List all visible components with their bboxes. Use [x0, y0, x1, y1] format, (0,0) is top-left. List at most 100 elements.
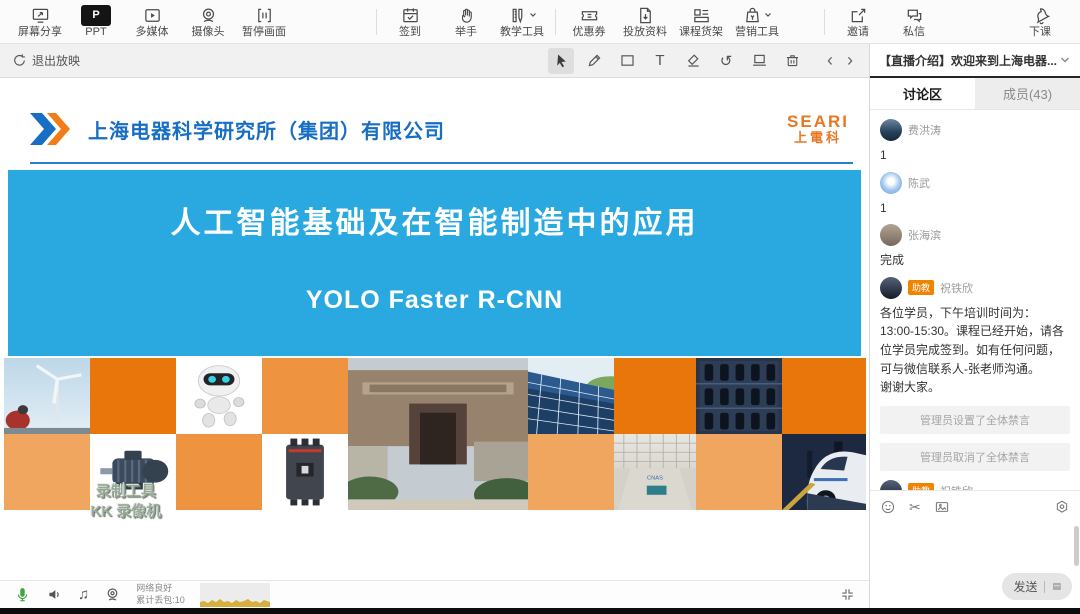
main-row: 退出放映 T ↺ — [0, 44, 1080, 608]
message-text: 1 — [880, 199, 1070, 218]
tab-discussion[interactable]: 讨论区 — [870, 78, 975, 109]
microphone-button[interactable] — [14, 586, 31, 603]
text-tool[interactable]: T — [647, 48, 673, 74]
invite-button[interactable]: 邀请 — [830, 5, 886, 38]
pause-screen-button[interactable]: 暂停画面 — [236, 5, 292, 38]
orange-tile — [90, 358, 176, 434]
send-button[interactable]: 发送 ▤ — [1002, 573, 1072, 600]
orange-tile — [528, 434, 614, 510]
undo-tool[interactable]: ↺ — [713, 48, 739, 74]
pointer-tool[interactable] — [548, 48, 574, 74]
seari-logo-latin: SEARI — [787, 113, 849, 132]
next-slide-button[interactable]: › — [847, 50, 853, 71]
message-input[interactable] — [870, 519, 1080, 573]
tab-members-label: 成员(43) — [1003, 84, 1052, 103]
end-class-button[interactable]: 下课 — [1012, 5, 1068, 38]
avatar — [880, 119, 902, 141]
sign-in-label: 签到 — [399, 27, 421, 38]
tab-members[interactable]: 成员(43) — [975, 78, 1080, 109]
status-bar: ♫ 网络良好 累计丢包:10 — [0, 580, 869, 608]
orange-tile — [614, 358, 696, 434]
window-bottom-edge — [0, 608, 1080, 614]
avatar — [880, 277, 902, 299]
room-title-chevron-icon[interactable] — [1059, 54, 1071, 66]
ppt-button[interactable]: P PPT — [68, 5, 124, 38]
send-row: 发送 ▤ — [870, 573, 1080, 608]
speaker-button[interactable] — [46, 586, 63, 603]
materials-icon — [636, 5, 655, 25]
chevron-down-icon — [764, 11, 772, 19]
message-text: 完成 — [880, 251, 1070, 270]
audio-waveform — [200, 583, 270, 607]
screen-share-label: 屏幕分享 — [18, 27, 62, 38]
sender-name: 祝铁欣 — [940, 483, 973, 490]
photo-wind-turbine — [4, 358, 90, 434]
coupon-label: 优惠券 — [573, 27, 606, 38]
screen-tool[interactable] — [746, 48, 772, 74]
teaching-tools-icon — [508, 5, 537, 25]
emoji-button[interactable] — [880, 499, 896, 515]
svg-text:CNAS: CNAS — [647, 476, 663, 482]
header-divider — [30, 162, 853, 164]
chat-message-list[interactable]: 费洪涛 1 陈武 1 张海滨 完成 — [870, 110, 1080, 490]
coupon-button[interactable]: 优惠券 — [561, 5, 617, 38]
camera-icon — [199, 5, 218, 25]
slide-header: 上海电器科学研究所（集团）有限公司 SEARI 上電科 — [30, 98, 857, 160]
avatar — [880, 172, 902, 194]
background-music-button[interactable]: ♫ — [78, 586, 89, 603]
materials-button[interactable]: 投放资料 — [617, 5, 673, 38]
slide-canvas[interactable]: 上海电器科学研究所（集团）有限公司 SEARI 上電科 人工智能基础及在智能制造… — [0, 78, 869, 580]
avatar — [880, 224, 902, 246]
pause-screen-label: 暂停画面 — [242, 27, 286, 38]
assistant-badge: 助教 — [908, 483, 934, 490]
slide-subtitle: YOLO Faster R-CNN — [306, 286, 563, 315]
composer-toolbar: ✂ — [870, 491, 1080, 519]
marketing-tools-label: 营销工具 — [735, 27, 779, 38]
course-shelf-button[interactable]: 课程货架 — [673, 5, 729, 38]
exit-playback-button[interactable]: 退出放映 — [12, 52, 80, 69]
chat-message: 费洪涛 1 — [880, 119, 1070, 165]
sign-in-button[interactable]: 签到 — [382, 5, 438, 38]
prev-slide-button[interactable]: ‹ — [827, 50, 833, 71]
clear-trash-tool[interactable] — [779, 48, 805, 74]
toolbar-divider — [824, 9, 825, 35]
toolbar-divider — [555, 9, 556, 35]
multimedia-icon — [143, 5, 162, 25]
screen-share-icon — [31, 5, 50, 25]
pen-tool[interactable] — [581, 48, 607, 74]
orange-tile — [696, 434, 782, 510]
toolbar-divider — [376, 9, 377, 35]
assistant-badge: 助教 — [908, 280, 934, 295]
raise-hand-icon — [457, 5, 476, 25]
multimedia-label: 多媒体 — [136, 27, 169, 38]
screenshot-button[interactable]: ✂ — [909, 500, 921, 514]
multimedia-button[interactable]: 多媒体 — [124, 5, 180, 38]
watermark-line1: 录制工具 — [58, 482, 194, 502]
rectangle-tool[interactable] — [614, 48, 640, 74]
course-shelf-icon — [692, 5, 711, 25]
slide-title: 人工智能基础及在智能制造中的应用 — [171, 198, 699, 242]
image-button[interactable] — [934, 499, 950, 515]
tab-discussion-label: 讨论区 — [903, 84, 942, 103]
collapse-fullscreen-button[interactable] — [840, 587, 855, 602]
chat-settings-button[interactable] — [1054, 499, 1070, 515]
photo-anechoic-chamber: CNAS — [614, 434, 696, 510]
network-status: 网络良好 累计丢包:10 — [136, 583, 185, 606]
webcam-button[interactable] — [104, 586, 121, 603]
end-class-icon — [1031, 5, 1050, 25]
system-message: 管理员设置了全体禁言 — [880, 406, 1070, 434]
screen-share-button[interactable]: 屏幕分享 — [12, 5, 68, 38]
slide-navigation: ‹ › — [827, 50, 853, 71]
private-message-label: 私信 — [903, 27, 925, 38]
eraser-tool[interactable] — [680, 48, 706, 74]
raise-hand-button[interactable]: 举手 — [438, 5, 494, 38]
teaching-tools-button[interactable]: 教学工具 — [494, 5, 550, 38]
private-message-button[interactable]: 私信 — [886, 5, 942, 38]
marketing-tools-button[interactable]: 营销工具 — [729, 5, 785, 38]
sidebar: 【直播介绍】欢迎来到上海电器... 讨论区 成员(43) 费洪涛 1 — [870, 44, 1080, 608]
sign-in-icon — [401, 5, 420, 25]
seari-logo-cjk: 上電科 — [787, 131, 849, 145]
camera-button[interactable]: 摄像头 — [180, 5, 236, 38]
chat-scrollbar[interactable] — [1074, 526, 1079, 566]
send-options-icon[interactable]: ▤ — [1052, 581, 1061, 592]
